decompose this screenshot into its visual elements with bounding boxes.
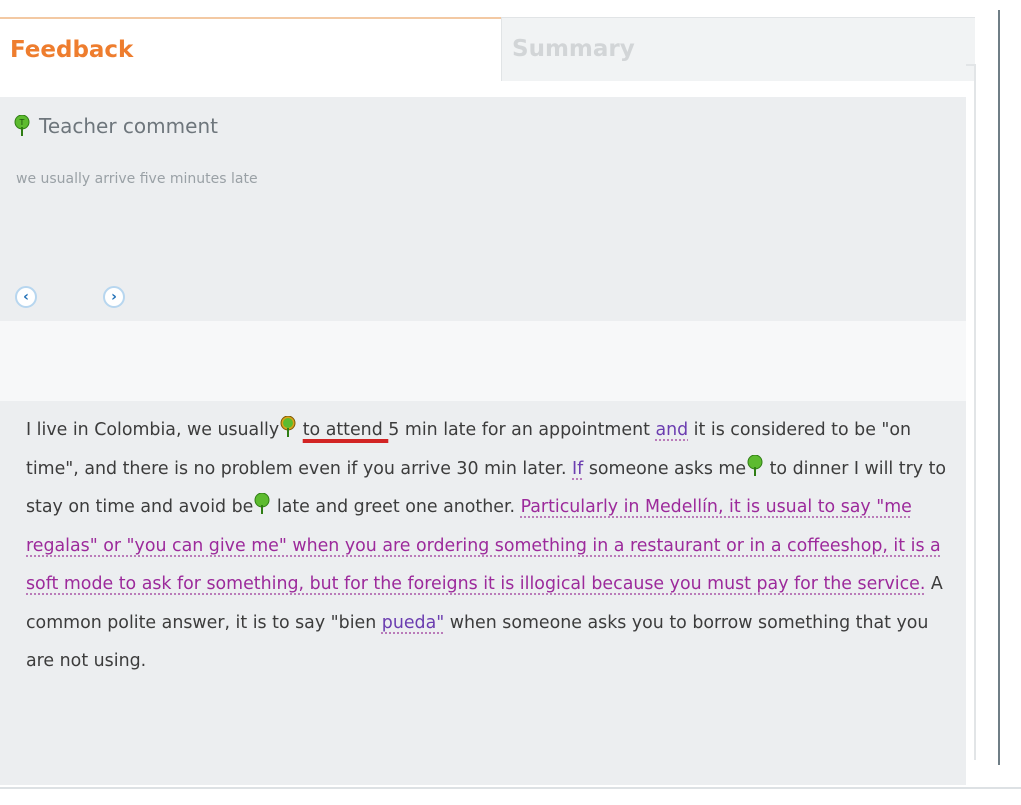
bottom-divider xyxy=(0,787,1021,789)
tab-feedback[interactable]: Feedback xyxy=(0,17,501,81)
correction-highlight[interactable]: pueda" xyxy=(382,613,444,633)
comment-flag-icon[interactable] xyxy=(254,493,270,515)
chevron-right-icon: › xyxy=(111,289,117,305)
essay-segment: I live in Colombia, we usually xyxy=(26,420,280,440)
right-divider xyxy=(998,10,1000,765)
svg-text:T: T xyxy=(19,118,25,127)
tab-feedback-label: Feedback xyxy=(10,37,134,63)
comment-title: Teacher comment xyxy=(39,114,218,138)
comment-text: we usually arrive five minutes late xyxy=(16,171,258,187)
essay-panel: I live in Colombia, we usually to attend… xyxy=(0,401,966,785)
essay-text: I live in Colombia, we usually to attend… xyxy=(26,411,951,681)
correction-highlight[interactable]: and xyxy=(655,420,688,440)
teacher-comment-panel: T Teacher comment we usually arrive five… xyxy=(0,97,966,321)
chevron-left-icon: ‹ xyxy=(23,289,29,305)
tab-summary[interactable]: Summary xyxy=(501,17,975,81)
spacer-strip xyxy=(0,321,966,401)
next-comment-button[interactable]: › xyxy=(103,286,125,308)
essay-segment: 5 min late for an appointment xyxy=(388,420,656,440)
tab-summary-label: Summary xyxy=(512,36,635,62)
essay-segment: late and greet one another. xyxy=(271,497,521,517)
comment-flag-icon[interactable] xyxy=(280,416,296,438)
tab-bar: Feedback Summary xyxy=(0,17,975,81)
comment-flag-icon: T xyxy=(14,115,30,137)
comment-header: T Teacher comment xyxy=(13,113,218,139)
panel-edge xyxy=(966,64,976,760)
previous-comment-button[interactable]: ‹ xyxy=(15,286,37,308)
essay-segment: someone asks me xyxy=(583,458,747,479)
comment-flag-icon[interactable] xyxy=(747,454,763,477)
error-highlight[interactable]: to attend xyxy=(303,420,389,440)
correction-highlight[interactable]: If xyxy=(572,459,583,479)
